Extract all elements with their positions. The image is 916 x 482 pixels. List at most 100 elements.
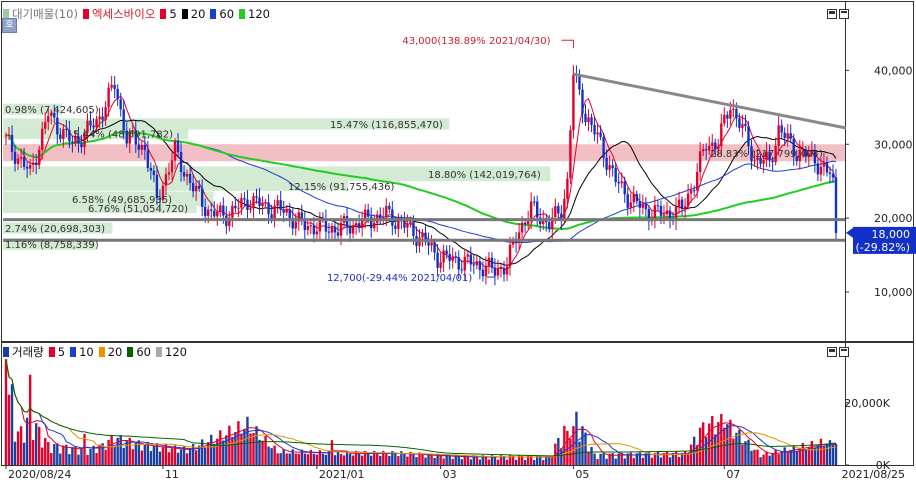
price-legend-label[interactable]: 대기매물(10) <box>12 6 78 22</box>
candle-body <box>204 206 207 216</box>
candle-body <box>173 141 177 161</box>
volume-bar <box>47 442 50 465</box>
candle-body <box>617 181 620 184</box>
volume-bar <box>279 453 282 465</box>
volume-bar <box>128 437 131 465</box>
candle-body <box>593 124 596 135</box>
candle-body <box>16 158 20 164</box>
candle-body <box>357 223 361 228</box>
candle-body <box>505 266 509 275</box>
candle-body <box>747 126 750 147</box>
volume-bar <box>59 453 62 465</box>
candle-body <box>366 209 370 217</box>
candle-body <box>623 181 626 195</box>
price-legend-label[interactable]: 엑세스바이오 <box>92 6 155 22</box>
candle-body <box>523 222 527 225</box>
volume-bar <box>31 439 35 465</box>
candle-body <box>71 141 74 144</box>
volume-bar <box>584 432 587 465</box>
candle-body <box>339 222 343 236</box>
volume-bar <box>104 449 107 465</box>
candle-body <box>92 125 95 128</box>
candle-body <box>231 205 234 218</box>
candle-body <box>137 144 140 150</box>
candle-body <box>327 231 331 233</box>
volume-legend-label[interactable]: 60 <box>136 345 151 359</box>
price-y-tick-label: 10,000 <box>874 286 913 299</box>
volume-bar <box>614 458 617 465</box>
volume-bar <box>188 449 192 465</box>
volume-bar <box>379 455 382 465</box>
volume-bar <box>237 421 240 465</box>
volume-bar <box>753 449 756 465</box>
candle-body <box>566 178 569 199</box>
volume-legend-label[interactable]: 거래량 <box>12 344 44 360</box>
candle-body <box>729 109 732 119</box>
volume-legend-swatch <box>98 347 105 357</box>
candle-body <box>460 269 463 271</box>
volume-legend-label[interactable]: 120 <box>165 345 187 359</box>
price-legend-label[interactable]: 60 <box>219 7 234 21</box>
candle-body <box>484 265 488 277</box>
candle-body <box>599 132 602 137</box>
candle-body <box>282 209 285 213</box>
candle-body <box>557 206 560 214</box>
candle-body <box>143 145 147 151</box>
candle-body <box>481 269 485 277</box>
candle-body <box>59 134 62 139</box>
candle-body <box>496 268 500 276</box>
volume-bar <box>406 456 409 465</box>
volume-bar <box>360 455 364 465</box>
candle-body <box>394 225 397 229</box>
candle-body <box>270 214 273 219</box>
volume-legend-label[interactable]: 5 <box>58 345 65 359</box>
price-legend-label[interactable]: 120 <box>248 7 270 21</box>
volume-bar <box>312 453 316 465</box>
volume-bar <box>466 456 469 465</box>
volume-bar <box>342 455 346 465</box>
volume-y-tick-label: 0K <box>876 459 891 472</box>
candle-body <box>391 209 394 226</box>
candle-body <box>10 134 14 152</box>
volume-bar <box>484 456 488 465</box>
volume-bar <box>10 384 14 465</box>
volume-bar <box>4 359 8 465</box>
volume-bar <box>285 453 288 465</box>
volume-pane-minimize-button[interactable] <box>827 347 837 357</box>
volume-bar <box>258 439 261 465</box>
candle-body <box>831 173 835 178</box>
overlay-band-label: 6.76% (51,054,720) <box>88 204 188 215</box>
candle-body <box>780 125 783 133</box>
volume-bar <box>668 457 672 465</box>
volume-bar <box>720 413 723 465</box>
volume-bar <box>216 438 219 465</box>
candle-body <box>65 128 68 130</box>
volume-legend-label[interactable]: 20 <box>108 345 123 359</box>
volume-bar <box>427 454 430 465</box>
candle-body <box>385 205 388 218</box>
volume-bar <box>698 427 702 465</box>
side-tab-button[interactable]: 호 <box>2 18 17 33</box>
price-pane-minimize-button[interactable] <box>827 9 837 19</box>
volume-legend-label[interactable]: 10 <box>79 345 94 359</box>
volume-bar <box>50 452 53 465</box>
candle-body <box>478 261 482 270</box>
volume-pane-maximize-button[interactable] <box>839 347 849 357</box>
volume-bar <box>95 453 98 465</box>
volume-bar <box>735 432 738 465</box>
volume-bar <box>451 458 454 465</box>
candle-body <box>581 89 584 114</box>
candle-body <box>587 117 590 123</box>
candle-body <box>273 205 276 219</box>
candle-body <box>436 252 439 268</box>
price-legend-label[interactable]: 5 <box>169 7 176 21</box>
volume-bar <box>587 451 590 465</box>
candle-body <box>421 232 424 238</box>
price-legend-swatch <box>181 9 188 19</box>
volume-bar <box>68 454 71 465</box>
candle-body <box>252 196 255 209</box>
price-legend-label[interactable]: 20 <box>191 7 206 21</box>
candle-body <box>412 221 415 236</box>
price-pane-maximize-button[interactable] <box>839 9 849 19</box>
overlay-band-label: 18.80% (142,019,764) <box>428 170 541 181</box>
